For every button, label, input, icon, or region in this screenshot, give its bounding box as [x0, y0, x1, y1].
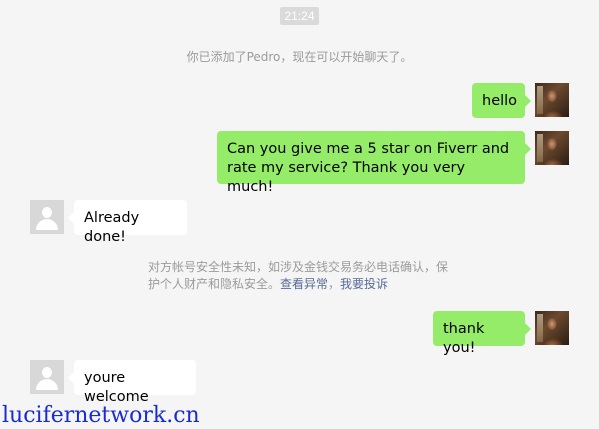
warning-separator: ， [328, 277, 341, 291]
avatar-body-shape [36, 379, 58, 390]
view-anomaly-link[interactable]: 查看异常 [280, 277, 328, 291]
security-warning: 对方帐号安全性未知，如涉及金钱交易务必电话确认，保护个人财产和隐私安全。查看异常… [148, 259, 458, 293]
contact-avatar[interactable] [30, 360, 64, 394]
system-notice: 你已添加了Pedro，现在可以开始聊天了。 [186, 50, 413, 64]
report-link[interactable]: 我要投诉 [340, 277, 388, 291]
avatar-body-shape [36, 219, 58, 230]
message-bubble-sent[interactable]: Can you give me a 5 star on Fiverr and r… [217, 131, 531, 195]
avatar-head-shape [42, 367, 52, 378]
message-bubble-received[interactable]: youre welcome [68, 360, 196, 405]
my-avatar[interactable] [535, 83, 569, 117]
my-avatar[interactable] [535, 311, 569, 345]
message-bubble-sent[interactable]: hello [472, 83, 531, 118]
chat-timestamp: 21:24 [280, 7, 319, 25]
contact-avatar[interactable] [30, 200, 64, 234]
my-avatar[interactable] [535, 131, 569, 165]
message-bubble-received[interactable]: Already done! [68, 200, 187, 245]
avatar-head-shape [42, 207, 52, 218]
watermark: lucifernetwork.cn [2, 403, 200, 428]
message-bubble-sent[interactable]: thank you! [433, 311, 531, 356]
